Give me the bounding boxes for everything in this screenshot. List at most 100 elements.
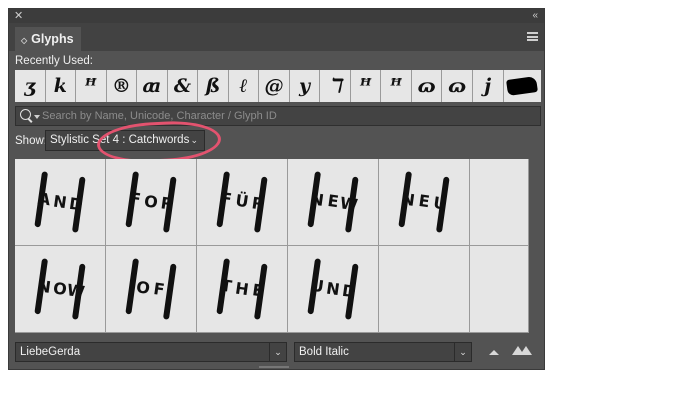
catchword-letter: U <box>309 275 325 297</box>
panel-footer: LiebeGerda ⌄ Bold Italic ⌄ <box>15 342 541 366</box>
empty-glyph-cell[interactable] <box>470 246 529 333</box>
show-dropdown[interactable]: Stylistic Set 4 : Catchwords ⌄ <box>45 130 205 151</box>
chevron-down-icon: ⌄ <box>190 135 198 145</box>
catchword-letter: O <box>143 191 160 212</box>
catchword-glyph: UND <box>307 258 359 320</box>
catchword-cell[interactable]: THE <box>197 246 288 333</box>
panel-menu-icon[interactable] <box>527 32 538 41</box>
glyph-shape <box>506 75 539 97</box>
show-label: Show: <box>15 135 47 147</box>
recent-glyph-cell[interactable]: ɷ <box>411 70 443 102</box>
recent-glyph-cell[interactable]: ꟸ <box>350 70 382 102</box>
catchword-cell[interactable]: FOR <box>106 159 197 246</box>
glyph-grid: ANDFORFÜRNEWNEUNOWOFTHEUND <box>15 159 529 333</box>
glyph-char: ℓ <box>239 74 248 97</box>
recent-glyph-cell[interactable]: @ <box>259 70 290 102</box>
glyph-char: y <box>299 75 311 97</box>
glyph-char: ꟸ <box>85 75 97 97</box>
glyph-search <box>15 106 541 126</box>
resize-handle[interactable] <box>259 366 289 368</box>
close-icon[interactable]: ✕ <box>14 9 23 23</box>
catchword-cell[interactable]: FÜR <box>197 159 288 246</box>
catchword-letter: N <box>309 188 326 210</box>
glyph-char: & <box>173 75 191 97</box>
recent-glyph-cell[interactable]: y <box>289 70 321 102</box>
catchword-glyph: NEU <box>398 171 450 233</box>
recent-glyph-cell[interactable]: ® <box>106 70 138 102</box>
font-family-value: LiebeGerda <box>20 346 81 358</box>
glyph-char: ꟸ <box>390 75 402 97</box>
catchword-cell[interactable]: NEW <box>288 159 379 246</box>
catchword-glyph: NEW <box>307 171 359 233</box>
search-input[interactable] <box>42 107 532 125</box>
chevron-down-icon[interactable] <box>34 115 40 119</box>
recently-used-row: ʒ k ꟸ ® ꜳ & ß ℓ @ y ℸ ꟸ ꟸ ɷ ɷ j <box>15 70 541 102</box>
zoom-out-icon[interactable] <box>489 350 499 355</box>
tab-arrows-icon: ◇ <box>21 36 28 45</box>
recent-glyph-cell[interactable]: ɷ <box>442 70 473 102</box>
glyph-char: ɷ <box>448 75 467 97</box>
glyph-char: ® <box>111 75 131 97</box>
recent-glyph-cell[interactable]: & <box>167 70 199 102</box>
catchword-letter: N <box>36 275 53 297</box>
glyph-char: ꟸ <box>359 75 372 97</box>
catchword-glyph: FOR <box>125 171 177 233</box>
catchword-cell[interactable]: AND <box>15 159 106 246</box>
catchword-letter: N <box>400 188 417 210</box>
tab-label: Glyphs <box>31 32 74 46</box>
catchword-letter: N <box>52 191 69 212</box>
glyph-char: ʒ <box>24 75 36 97</box>
catchword-letter: F <box>128 189 142 210</box>
glyph-char: ß <box>205 75 221 97</box>
catchword-letter: Ü <box>234 191 250 212</box>
glyph-char: ꜳ <box>142 75 162 97</box>
font-style-value: Bold Italic <box>299 346 349 358</box>
chevron-down-icon: ⌄ <box>454 343 471 361</box>
empty-glyph-cell[interactable] <box>379 246 470 333</box>
catchword-letter: O <box>135 277 152 298</box>
recently-used-label: Recently Used: <box>15 55 93 67</box>
empty-glyph-cell[interactable] <box>470 159 529 246</box>
collapse-icon[interactable]: « <box>532 9 538 23</box>
catchword-letter: H <box>234 278 251 299</box>
chevron-down-icon: ⌄ <box>269 343 286 361</box>
panel-titlebar: ✕ « <box>9 9 544 23</box>
tab-glyphs[interactable]: ◇ Glyphs <box>15 27 81 51</box>
catchword-glyph: THE <box>216 258 268 320</box>
zoom-in-icon[interactable] <box>512 345 532 355</box>
recent-glyph-cell[interactable] <box>503 70 541 102</box>
tab-row: ◇ Glyphs <box>9 23 544 51</box>
catchword-letter: N <box>325 278 342 299</box>
catchword-cell[interactable]: OF <box>106 246 197 333</box>
recent-glyph-cell[interactable]: ℓ <box>228 70 260 102</box>
catchword-letter: A <box>36 189 52 210</box>
catchword-glyph: AND <box>34 171 86 233</box>
catchword-cell[interactable]: UND <box>288 246 379 333</box>
glyph-char: ɷ <box>417 75 436 97</box>
search-icon[interactable] <box>20 109 31 120</box>
recent-glyph-cell[interactable]: ℸ <box>320 70 351 102</box>
recent-glyph-cell[interactable]: ꟸ <box>76 70 107 102</box>
glyph-char: ℸ <box>328 75 342 97</box>
font-family-dropdown[interactable]: LiebeGerda ⌄ <box>15 342 287 362</box>
catchword-letter: F <box>152 279 166 300</box>
recent-glyph-cell[interactable]: ß <box>198 70 229 102</box>
catchword-letter: E <box>417 191 431 212</box>
recent-glyph-cell[interactable]: ꜳ <box>137 70 168 102</box>
glyphs-panel: ✕ « ◇ Glyphs Recently Used: ʒ k ꟸ ® ꜳ & ß ℓ @ y ℸ ꟸ ꟸ… <box>8 8 545 370</box>
catchword-cell[interactable]: NOW <box>15 246 106 333</box>
recent-glyph-cell[interactable]: k <box>45 70 77 102</box>
glyph-char: j <box>484 75 492 97</box>
glyph-char: k <box>53 75 67 97</box>
recent-glyph-cell[interactable]: ꟸ <box>381 70 412 102</box>
recent-glyph-cell[interactable]: j <box>472 70 504 102</box>
recent-glyph-cell[interactable]: ʒ <box>15 70 46 102</box>
catchword-letter: T <box>219 276 233 297</box>
catchword-letter: E <box>326 191 340 212</box>
catchword-cell[interactable]: NEU <box>379 159 470 246</box>
catchword-letter: F <box>219 189 233 210</box>
show-dropdown-value: Stylistic Set 4 : Catchwords <box>50 134 190 146</box>
glyph-char: @ <box>264 75 284 97</box>
font-style-dropdown[interactable]: Bold Italic ⌄ <box>294 342 472 362</box>
catchword-glyph: FÜR <box>216 171 268 233</box>
